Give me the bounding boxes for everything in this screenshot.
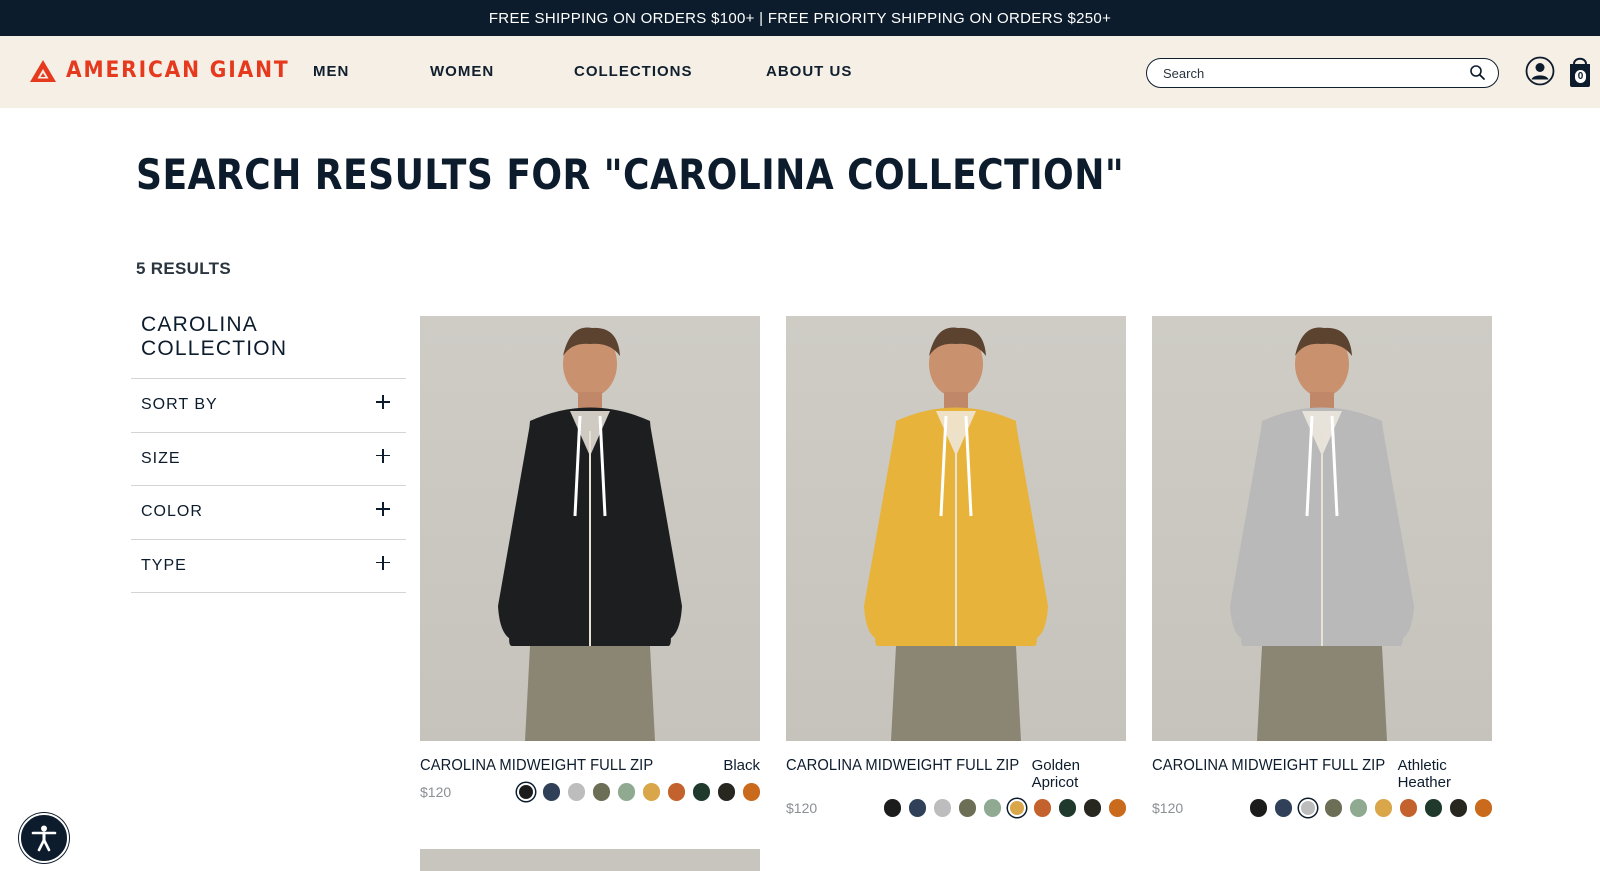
color-swatch[interactable] [592,783,610,801]
plus-icon [376,448,390,463]
bag-button[interactable]: 0 [1568,54,1592,88]
product-card-partial[interactable] [420,849,760,871]
color-swatch[interactable] [1349,799,1367,817]
filter-size[interactable]: SIZE [131,433,406,486]
color-swatch[interactable] [983,799,1001,817]
product-card[interactable]: CAROLINA MIDWEIGHT FULL ZIP Black $120 [420,316,760,801]
nav-men[interactable]: MEN [313,63,349,80]
color-swatch[interactable] [1301,800,1316,815]
color-swatch[interactable] [933,799,951,817]
color-swatch[interactable] [883,799,901,817]
filter-label: COLOR [141,503,203,521]
product-color-name: Golden Apricot [1031,757,1080,791]
product-price: $120 [786,799,818,816]
promo-banner: FREE SHIPPING ON ORDERS $100+ | FREE PRI… [0,0,1600,36]
search-icon[interactable] [1469,64,1486,81]
product-card[interactable]: CAROLINA MIDWEIGHT FULL ZIP Athletic Hea… [1152,316,1492,817]
product-image[interactable] [1152,316,1492,741]
product-color-name: Athletic Heather [1397,757,1451,791]
product-name[interactable]: CAROLINA MIDWEIGHT FULL ZIP [786,757,1019,775]
color-swatch[interactable] [1324,799,1342,817]
plus-icon [376,555,390,570]
model-figure [498,327,682,741]
search-bar [1146,58,1499,88]
nav-about-us[interactable]: ABOUT US [766,63,852,80]
search-input[interactable] [1163,65,1453,81]
product-price: $120 [420,783,452,800]
nav-collections[interactable]: COLLECTIONS [574,63,693,80]
color-swatch[interactable] [1033,799,1051,817]
color-swatch[interactable] [908,799,926,817]
promo-text: FREE SHIPPING ON ORDERS $100+ | FREE PRI… [488,9,1112,27]
accessibility-icon [31,825,57,852]
color-swatch[interactable] [1274,799,1292,817]
filter-label: TYPE [141,556,187,574]
color-swatch[interactable] [1010,800,1025,815]
color-swatch[interactable] [567,783,585,801]
color-swatch[interactable] [667,783,685,801]
product-image[interactable] [786,316,1126,741]
color-swatch[interactable] [617,783,635,801]
triangle-logo-icon [30,59,56,82]
model-figure [864,327,1048,741]
color-swatch[interactable] [1108,799,1126,817]
product-name[interactable]: CAROLINA MIDWEIGHT FULL ZIP [1152,757,1385,775]
product-color-name: Black [723,757,760,774]
color-swatch[interactable] [692,783,710,801]
plus-icon [376,502,390,517]
nav-women[interactable]: WOMEN [430,63,494,80]
page-title: SEARCH RESULTS FOR "CAROLINA COLLECTION" [136,150,1125,199]
color-swatch[interactable] [519,784,534,799]
color-swatches [883,799,1126,817]
filter-label: SORT BY [141,396,218,414]
accessibility-button[interactable] [19,813,69,863]
filter-sort-by[interactable]: SORT BY [131,379,406,433]
product-card[interactable]: CAROLINA MIDWEIGHT FULL ZIP Golden Apric… [786,316,1126,817]
product-name[interactable]: CAROLINA MIDWEIGHT FULL ZIP [420,757,653,775]
color-swatch[interactable] [1424,799,1442,817]
filter-sidebar: CAROLINA COLLECTION SORT BY SIZE COLOR T… [131,305,406,593]
plus-icon [376,395,390,410]
product-image[interactable] [420,316,760,741]
bag-count: 0 [1575,70,1586,83]
product-price: $120 [1152,799,1184,816]
logo[interactable]: AMERICAN GIANT [30,58,309,83]
color-swatch[interactable] [1083,799,1101,817]
filter-label: SIZE [141,449,181,467]
account-icon[interactable] [1525,56,1555,86]
color-swatch[interactable] [717,783,735,801]
color-swatch[interactable] [1249,799,1267,817]
results-count: 5 RESULTS [136,259,231,278]
color-swatch[interactable] [1374,799,1392,817]
filter-color[interactable]: COLOR [131,486,406,540]
color-swatch[interactable] [542,783,560,801]
color-swatches [1249,799,1492,817]
color-swatch[interactable] [742,783,760,801]
color-swatch[interactable] [1399,799,1417,817]
model-figure [1230,327,1414,741]
color-swatch[interactable] [1058,799,1076,817]
site-header: AMERICAN GIANT MEN WOMEN COLLECTIONS ABO… [0,36,1600,108]
color-swatch[interactable] [1449,799,1467,817]
color-swatches [518,783,760,801]
logo-text: AMERICAN GIANT [66,58,290,83]
color-swatch[interactable] [642,783,660,801]
filter-type[interactable]: TYPE [131,540,406,593]
color-swatch[interactable] [1474,799,1492,817]
color-swatch[interactable] [958,799,976,817]
collection-heading: CAROLINA COLLECTION [131,305,406,379]
